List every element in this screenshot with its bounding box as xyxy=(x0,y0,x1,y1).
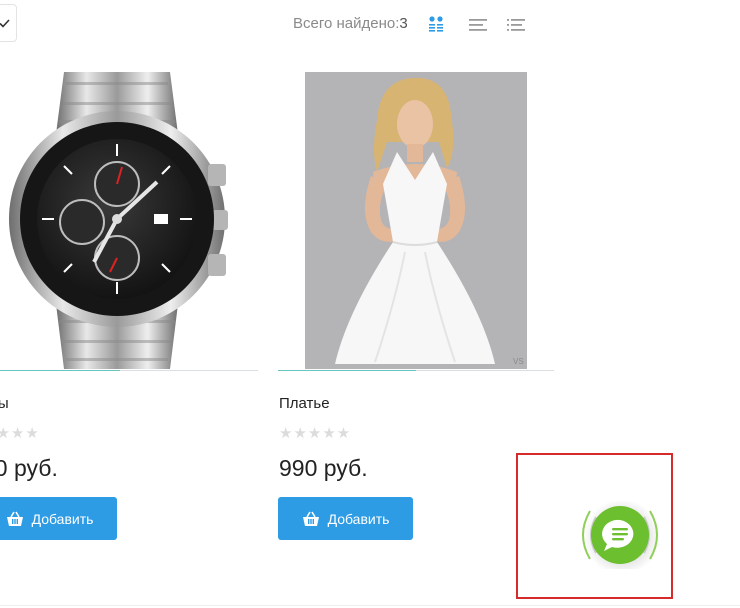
sort-dropdown[interactable] xyxy=(0,4,17,42)
rating-stars[interactable]: ★★★★★ xyxy=(279,424,351,442)
watch-image xyxy=(9,72,228,369)
image-caption: VS xyxy=(513,357,524,366)
chat-widget-button[interactable] xyxy=(574,499,666,575)
compact-list-view-icon xyxy=(507,19,525,31)
check-icon xyxy=(0,18,10,28)
chat-bubble-icon xyxy=(582,499,660,575)
grid-view-button[interactable] xyxy=(428,15,448,35)
product-title[interactable]: асы xyxy=(0,395,9,412)
product-image[interactable]: VS xyxy=(305,72,527,369)
list-view-button[interactable] xyxy=(468,15,488,35)
list-view-icon xyxy=(469,19,487,31)
bottom-divider xyxy=(0,605,740,606)
dress-image: VS xyxy=(305,72,527,369)
product-title[interactable]: Платье xyxy=(279,395,330,412)
basket-icon xyxy=(302,511,319,526)
grid-view-icon xyxy=(429,16,443,32)
rating-stars[interactable]: ★★★★ xyxy=(0,424,40,442)
product-image[interactable] xyxy=(0,72,258,369)
found-label: Всего найдено: xyxy=(293,15,400,32)
product-price: 990 руб. xyxy=(279,455,368,481)
add-to-cart-button[interactable]: Добавить xyxy=(278,497,413,540)
image-divider xyxy=(278,370,554,371)
basket-icon xyxy=(6,511,23,526)
found-count-label: Всего найдено:3 xyxy=(293,15,408,32)
compact-list-view-button[interactable] xyxy=(506,15,526,35)
image-divider xyxy=(0,370,258,371)
add-to-cart-button[interactable]: Добавить xyxy=(0,497,117,540)
add-button-label: Добавить xyxy=(31,510,94,527)
product-price: 90 руб. xyxy=(0,455,58,481)
found-count: 3 xyxy=(399,15,408,32)
add-button-label: Добавить xyxy=(327,510,390,527)
